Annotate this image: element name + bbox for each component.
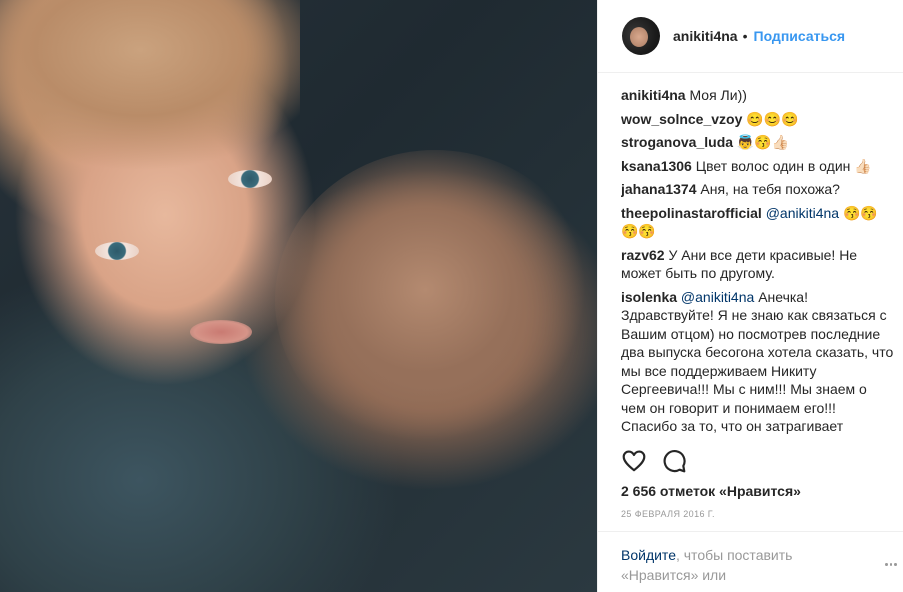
more-dot	[889, 563, 893, 566]
comment-text: Аня, на тебя похожа?	[700, 181, 840, 197]
likes-count[interactable]: 2 656 отметок «Нравится»	[621, 483, 801, 499]
follow-button[interactable]: Подписаться	[754, 28, 846, 44]
post-header: anikiti4na • Подписаться	[598, 0, 903, 73]
comment-text: 😊😊😊	[746, 110, 799, 127]
photo-region-lips	[190, 320, 252, 344]
login-link[interactable]: Войдите	[621, 547, 676, 563]
author-avatar[interactable]	[622, 17, 660, 55]
comment-author[interactable]: ksana1306	[621, 158, 692, 174]
photo-region-eye	[95, 242, 139, 260]
comment-item: wow_solnce_vzoy 😊😊😊	[621, 110, 895, 129]
comment-author[interactable]: razv62	[621, 247, 665, 263]
comment-text: Цвет волос один в один 👍🏻	[695, 157, 872, 174]
comment-item: theepolinastarofficial @anikiti4na 😚😚😚😚	[621, 204, 895, 241]
comment-author[interactable]: theepolinastarofficial	[621, 205, 762, 221]
comment-text: Анечка! Здравствуйте! Я не знаю как связ…	[621, 288, 894, 435]
comment-text: Моя Ли))	[689, 87, 747, 103]
comment-item: isolenka @anikiti4na Анечка! Здравствуйт…	[621, 288, 895, 437]
more-options-icon[interactable]	[885, 563, 898, 567]
comment-item: razv62 У Ани все дети красивые! Не может…	[621, 246, 895, 283]
photo-region-eye	[228, 170, 272, 188]
more-dot	[894, 563, 898, 566]
post-side-panel: anikiti4na • Подписаться anikiti4na Моя …	[597, 0, 903, 592]
photo-region-hair	[0, 0, 300, 170]
comments-list[interactable]: anikiti4na Моя Ли)) wow_solnce_vzoy 😊😊😊 …	[621, 86, 895, 436]
comment-icon[interactable]	[661, 448, 687, 474]
post-date[interactable]: 25 ФЕВРАЛЯ 2016 Г.	[621, 509, 715, 519]
comment-mention[interactable]: @anikiti4na	[681, 289, 754, 305]
post-photo[interactable]	[0, 0, 597, 592]
author-username[interactable]: anikiti4na	[673, 28, 738, 44]
comment-author[interactable]: wow_solnce_vzoy	[621, 111, 742, 127]
comment-author[interactable]: anikiti4na	[621, 87, 686, 103]
comment-item: ksana1306 Цвет волос один в один 👍🏻	[621, 157, 895, 176]
post-actions	[621, 448, 687, 474]
more-dot	[885, 563, 888, 566]
comment-author[interactable]: stroganova_luda	[621, 134, 733, 150]
separator-dot: •	[742, 28, 748, 44]
heart-icon[interactable]	[621, 448, 647, 474]
comment-author[interactable]: isolenka	[621, 289, 677, 305]
comment-mention[interactable]: @anikiti4na	[766, 205, 839, 221]
comment-item: anikiti4na Моя Ли))	[621, 86, 895, 105]
comment-item: stroganova_luda 👼😚👍🏻	[621, 133, 895, 152]
comment-item: jahana1374 Аня, на тебя похожа?	[621, 180, 895, 199]
comment-author[interactable]: jahana1374	[621, 181, 697, 197]
comment-text: 👼😚👍🏻	[736, 134, 790, 150]
login-prompt: Войдите, чтобы поставить «Нравится» или …	[598, 531, 903, 592]
photo-region-child	[275, 150, 595, 450]
